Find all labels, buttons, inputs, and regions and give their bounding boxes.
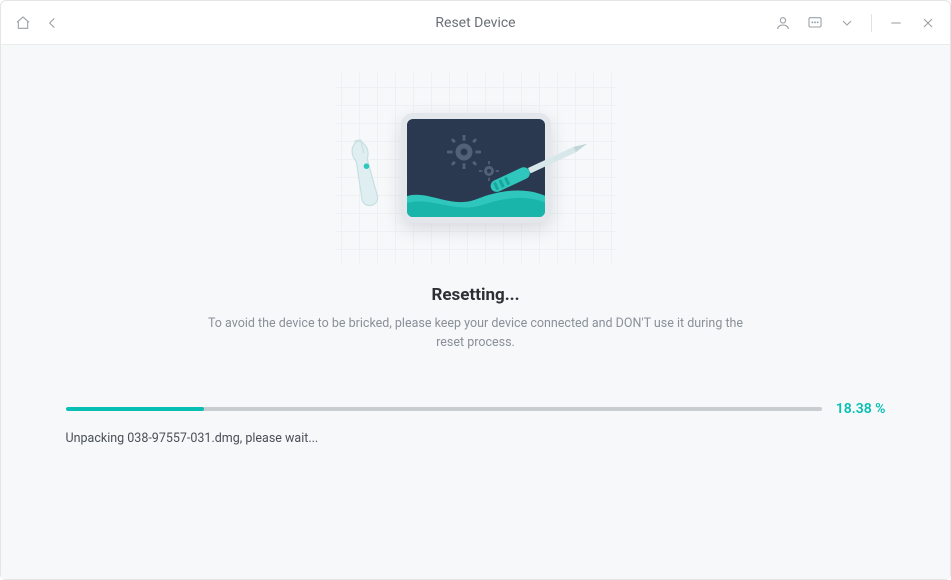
chevron-down-icon[interactable] bbox=[839, 15, 855, 31]
separator bbox=[871, 14, 872, 32]
progress-fill bbox=[66, 407, 205, 411]
home-icon[interactable] bbox=[15, 15, 31, 31]
page-subtext: To avoid the device to be bricked, pleas… bbox=[196, 315, 756, 353]
content-area: Resetting... To avoid the device to be b… bbox=[1, 45, 950, 579]
progress-percent: 18.38 % bbox=[836, 401, 886, 417]
feedback-icon[interactable] bbox=[807, 15, 823, 31]
close-icon[interactable] bbox=[920, 15, 936, 31]
back-icon[interactable] bbox=[45, 15, 61, 31]
wrench-icon bbox=[331, 115, 401, 214]
progress-bar-row: 18.38 % bbox=[66, 401, 886, 417]
progress-status-text: Unpacking 038-97557-031.dmg, please wait… bbox=[66, 431, 886, 446]
minimize-icon[interactable] bbox=[888, 15, 904, 31]
gear-icon bbox=[447, 135, 481, 169]
user-icon[interactable] bbox=[775, 15, 791, 31]
titlebar-right bbox=[775, 14, 936, 32]
app-window: Reset Device bbox=[0, 0, 951, 580]
progress-track bbox=[66, 407, 822, 411]
illustration bbox=[336, 73, 616, 263]
page-heading: Resetting... bbox=[431, 285, 519, 305]
titlebar-left bbox=[15, 15, 61, 31]
titlebar: Reset Device bbox=[1, 1, 950, 45]
